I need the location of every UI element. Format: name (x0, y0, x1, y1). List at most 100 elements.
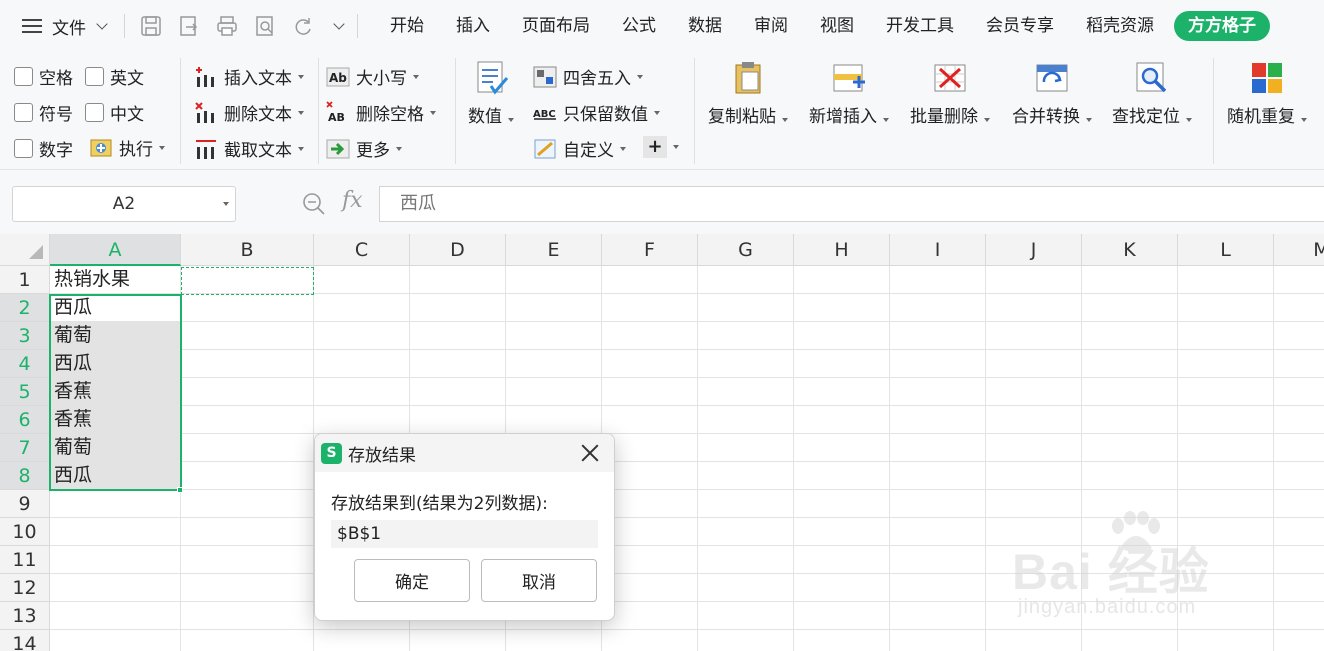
cell-g1[interactable] (698, 266, 794, 294)
tab-review[interactable]: 审阅 (738, 0, 804, 52)
row-header-13[interactable]: 13 (0, 602, 50, 630)
column-header-d[interactable]: D (410, 234, 506, 266)
cell-m7[interactable] (1274, 434, 1324, 462)
numeric-button[interactable]: 数值 (468, 60, 514, 127)
cell-l12[interactable] (1178, 574, 1274, 602)
column-header-e[interactable]: E (506, 234, 602, 266)
quick-access-more-icon[interactable] (333, 18, 345, 30)
result-location-input[interactable] (331, 520, 598, 548)
print-preview-icon[interactable] (253, 14, 277, 38)
row-header-12[interactable]: 12 (0, 574, 50, 602)
cell-i8[interactable] (890, 462, 986, 490)
cell-f12[interactable] (602, 574, 698, 602)
batch-delete-button[interactable]: 批量删除 (910, 60, 990, 127)
cell-g8[interactable] (698, 462, 794, 490)
cell-g3[interactable] (698, 322, 794, 350)
cell-d3[interactable] (410, 322, 506, 350)
cell-l7[interactable] (1178, 434, 1274, 462)
cell-j5[interactable] (986, 378, 1082, 406)
cell-g14[interactable] (698, 630, 794, 651)
select-all-corner[interactable] (0, 234, 50, 266)
tab-docer[interactable]: 稻壳资源 (1070, 0, 1170, 52)
cell-c5[interactable] (314, 378, 410, 406)
cell-i6[interactable] (890, 406, 986, 434)
keep-numeric-button[interactable]: ABC 只保留数值 (533, 100, 660, 125)
cell-h14[interactable] (794, 630, 890, 651)
dialog-title-bar[interactable]: S 存放结果 (315, 434, 614, 472)
cell-j3[interactable] (986, 322, 1082, 350)
cell-a8[interactable]: 西瓜 (50, 462, 181, 490)
cell-l4[interactable] (1178, 350, 1274, 378)
column-header-h[interactable]: H (794, 234, 890, 266)
cell-j12[interactable] (986, 574, 1082, 602)
cell-f1[interactable] (602, 266, 698, 294)
column-header-j[interactable]: J (986, 234, 1082, 266)
cell-f4[interactable] (602, 350, 698, 378)
cell-f13[interactable] (602, 602, 698, 630)
cell-b12[interactable] (181, 574, 314, 602)
cell-d14[interactable] (410, 630, 506, 651)
cell-l3[interactable] (1178, 322, 1274, 350)
cell-b11[interactable] (181, 546, 314, 574)
cell-m2[interactable] (1274, 294, 1324, 322)
cell-b14[interactable] (181, 630, 314, 651)
cell-a5[interactable]: 香蕉 (50, 378, 181, 406)
merge-convert-button[interactable]: 合并转换 (1012, 60, 1092, 127)
custom-button[interactable]: 自定义 (533, 136, 626, 161)
print-icon[interactable] (215, 14, 239, 38)
cell-f3[interactable] (602, 322, 698, 350)
cell-e1[interactable] (506, 266, 602, 294)
cell-i1[interactable] (890, 266, 986, 294)
cell-a13[interactable] (50, 602, 181, 630)
column-header-f[interactable]: F (602, 234, 698, 266)
save-icon[interactable] (139, 14, 163, 38)
cell-i3[interactable] (890, 322, 986, 350)
tab-developer[interactable]: 开发工具 (870, 0, 970, 52)
checkbox-chinese[interactable]: 中文 (85, 100, 144, 125)
cell-k1[interactable] (1082, 266, 1178, 294)
cell-m6[interactable] (1274, 406, 1324, 434)
cell-k14[interactable] (1082, 630, 1178, 651)
cell-k8[interactable] (1082, 462, 1178, 490)
cell-g2[interactable] (698, 294, 794, 322)
cell-b9[interactable] (181, 490, 314, 518)
cell-b7[interactable] (181, 434, 314, 462)
row-header-14[interactable]: 14 (0, 630, 50, 651)
add-insert-button[interactable]: 新增插入 (809, 60, 889, 127)
dropdown-arrow-icon[interactable] (223, 202, 229, 206)
cell-k2[interactable] (1082, 294, 1178, 322)
row-header-3[interactable]: 3 (0, 322, 50, 350)
cell-k5[interactable] (1082, 378, 1178, 406)
cell-b1[interactable] (181, 266, 314, 294)
column-header-g[interactable]: G (698, 234, 794, 266)
delete-space-button[interactable]: AB 删除空格 (326, 100, 436, 125)
tab-page-layout[interactable]: 页面布局 (506, 0, 606, 52)
cell-c3[interactable] (314, 322, 410, 350)
cell-j10[interactable] (986, 518, 1082, 546)
cell-l11[interactable] (1178, 546, 1274, 574)
cell-d2[interactable] (410, 294, 506, 322)
tab-member[interactable]: 会员专享 (970, 0, 1070, 52)
cell-l2[interactable] (1178, 294, 1274, 322)
tab-formulas[interactable]: 公式 (606, 0, 672, 52)
more-button[interactable]: 更多 (326, 136, 402, 161)
cell-d4[interactable] (410, 350, 506, 378)
cell-h1[interactable] (794, 266, 890, 294)
cell-m14[interactable] (1274, 630, 1324, 651)
cell-m11[interactable] (1274, 546, 1324, 574)
cell-d5[interactable] (410, 378, 506, 406)
row-header-6[interactable]: 6 (0, 406, 50, 434)
cell-e3[interactable] (506, 322, 602, 350)
cancel-button[interactable]: 取消 (481, 559, 597, 602)
row-header-9[interactable]: 9 (0, 490, 50, 518)
cell-j13[interactable] (986, 602, 1082, 630)
cell-h2[interactable] (794, 294, 890, 322)
cell-h9[interactable] (794, 490, 890, 518)
file-menu[interactable]: 文件 (52, 14, 86, 39)
cell-i14[interactable] (890, 630, 986, 651)
cell-j7[interactable] (986, 434, 1082, 462)
cell-l9[interactable] (1178, 490, 1274, 518)
cell-m8[interactable] (1274, 462, 1324, 490)
cell-e2[interactable] (506, 294, 602, 322)
cell-e14[interactable] (506, 630, 602, 651)
